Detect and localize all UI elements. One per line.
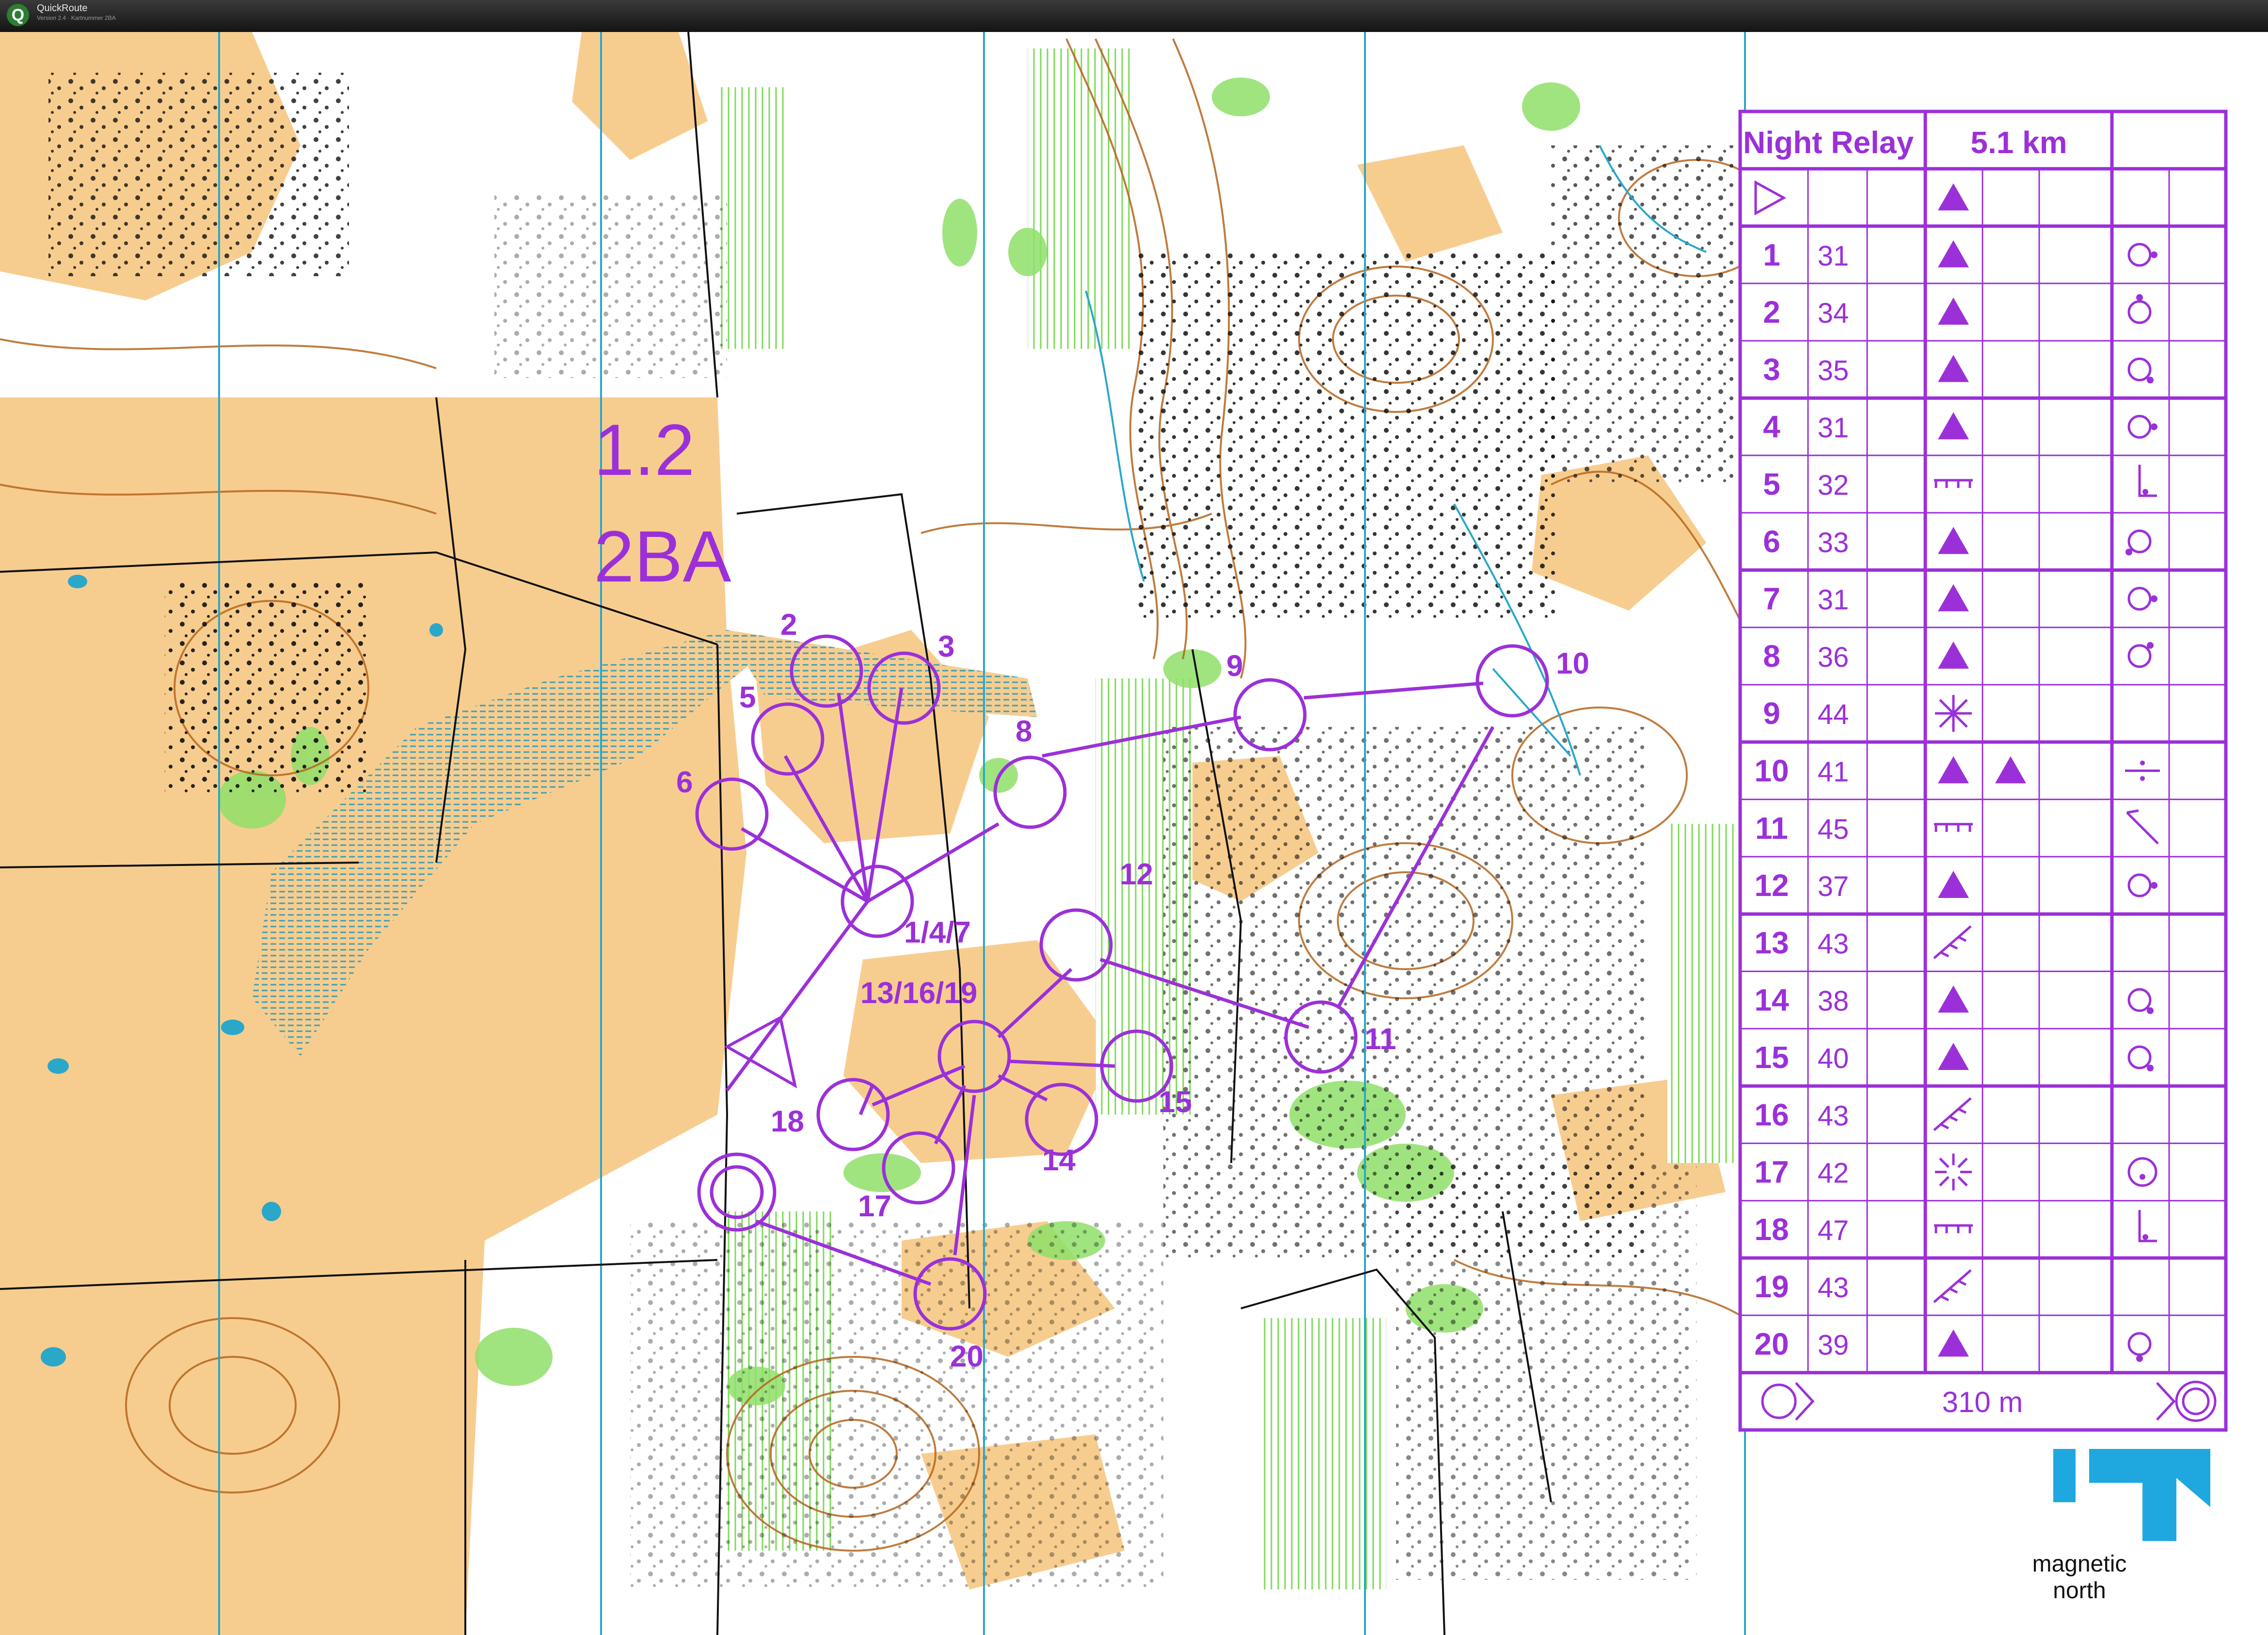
dot-icon	[2125, 549, 2132, 556]
control-number: 6	[676, 766, 693, 799]
description-length: 5.1 km	[1970, 125, 2067, 160]
control-no: 4	[1763, 409, 1780, 444]
dot-icon	[2140, 760, 2145, 766]
control-no: 13	[1754, 925, 1789, 960]
control-number: 13/16/19	[860, 976, 977, 1010]
control-number: 8	[1015, 715, 1032, 748]
control-code: 31	[1818, 412, 1849, 444]
window-titlebar: Q QuickRoute Version 2.4 · Kartnummer 2B…	[0, 0, 2268, 32]
dot-icon	[2151, 251, 2157, 258]
control-number: 1/4/7	[904, 916, 971, 949]
control-no: 5	[1763, 467, 1780, 502]
control-number: 12	[1120, 858, 1153, 891]
magnetic-north-label: magnetic north	[2032, 1551, 2127, 1604]
control-no: 11	[1755, 811, 1788, 846]
control-number: 2	[780, 608, 797, 642]
finish-distance: 310 m	[1942, 1386, 2023, 1418]
control-number: 10	[1556, 647, 1589, 680]
dot-icon	[2147, 1064, 2154, 1071]
dot-icon	[2142, 488, 2148, 495]
dot-icon	[2136, 294, 2143, 301]
dot-icon	[2147, 377, 2154, 384]
control-code: 44	[1818, 699, 1849, 730]
control-no: 17	[1754, 1155, 1789, 1190]
control-no: 3	[1763, 352, 1780, 387]
special-feature-icon	[1935, 695, 1972, 732]
control-code: 34	[1818, 298, 1849, 329]
sheet-label-2: 2BA	[594, 516, 731, 597]
control-code: 35	[1818, 355, 1849, 386]
orienteering-map[interactable]: 1.2 2BA 235689 101/4/71213/16/19111518141…	[0, 32, 2268, 1635]
control-number: 3	[938, 630, 954, 663]
sheet-label-1: 1.2	[594, 409, 695, 490]
control-number: 11	[1364, 1022, 1396, 1056]
control-no: 1	[1763, 237, 1780, 272]
control-no: 20	[1754, 1326, 1789, 1361]
control-code: 40	[1818, 1043, 1849, 1074]
control-no: 9	[1763, 696, 1780, 731]
control-no: 10	[1754, 753, 1789, 788]
control-code: 47	[1818, 1215, 1849, 1246]
control-no: 2	[1763, 295, 1780, 330]
window-title: QuickRoute	[37, 3, 88, 14]
dot-icon	[2136, 1355, 2143, 1362]
control-code: 39	[1818, 1329, 1849, 1361]
control-code: 41	[1818, 756, 1849, 787]
dot-icon	[2151, 423, 2157, 430]
dot-icon	[2142, 1234, 2148, 1240]
control-number: 17	[858, 1190, 891, 1223]
control-no: 7	[1763, 582, 1780, 616]
control-number: 14	[1042, 1144, 1076, 1177]
control-no: 6	[1763, 524, 1780, 559]
control-code: 31	[1818, 240, 1849, 272]
control-number: 18	[771, 1105, 804, 1138]
control-description-sheet: Night Relay 5.1 km1 312 343 354 315 326 337 318 3…	[1738, 110, 2228, 1432]
app-logo-icon: Q	[7, 4, 29, 26]
control-number: 20	[950, 1340, 983, 1373]
control-code: 43	[1818, 1272, 1849, 1304]
control-no: 19	[1754, 1269, 1789, 1304]
dot-icon	[2151, 882, 2157, 889]
control-code: 43	[1818, 1100, 1849, 1132]
control-code: 32	[1818, 470, 1849, 501]
control-code: 45	[1818, 814, 1849, 845]
description-title: Night Relay	[1743, 125, 1914, 160]
control-no: 18	[1754, 1212, 1789, 1247]
control-code: 36	[1818, 642, 1849, 673]
control-no: 8	[1763, 639, 1780, 674]
control-code: 31	[1818, 584, 1849, 616]
control-number: 15	[1158, 1085, 1192, 1119]
control-code: 42	[1818, 1158, 1849, 1189]
control-no: 15	[1754, 1040, 1789, 1075]
dot-icon	[2140, 1174, 2145, 1180]
dot-icon	[2151, 595, 2157, 602]
dot-icon	[2140, 776, 2145, 781]
dot-icon	[2147, 1007, 2154, 1014]
control-no: 12	[1754, 868, 1789, 903]
control-code: 37	[1818, 871, 1849, 902]
control-code: 43	[1818, 928, 1849, 959]
control-no: 16	[1754, 1097, 1789, 1132]
control-code: 33	[1818, 527, 1849, 558]
control-code: 38	[1818, 986, 1849, 1017]
window-subtitle: Version 2.4 · Kartnummer 2BA	[37, 15, 116, 21]
control-number: 9	[1226, 649, 1243, 683]
control-number: 5	[739, 681, 756, 714]
control-no: 14	[1754, 983, 1789, 1018]
dot-icon	[2147, 642, 2154, 649]
